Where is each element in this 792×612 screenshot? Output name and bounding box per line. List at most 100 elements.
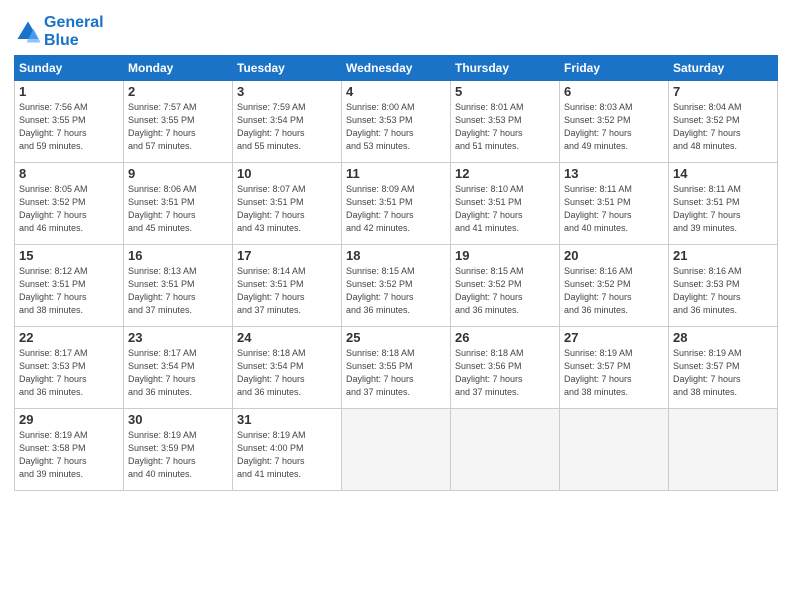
day-detail: Sunrise: 8:19 AMSunset: 4:00 PMDaylight:… — [237, 429, 337, 481]
day-number: 12 — [455, 166, 555, 181]
calendar-day-cell: 29Sunrise: 8:19 AMSunset: 3:58 PMDayligh… — [15, 409, 124, 491]
calendar-header-row: SundayMondayTuesdayWednesdayThursdayFrid… — [15, 56, 778, 81]
day-number: 7 — [673, 84, 773, 99]
day-number: 4 — [346, 84, 446, 99]
calendar-header-monday: Monday — [124, 56, 233, 81]
day-number: 18 — [346, 248, 446, 263]
calendar-header-friday: Friday — [560, 56, 669, 81]
calendar-day-cell: 3Sunrise: 7:59 AMSunset: 3:54 PMDaylight… — [233, 81, 342, 163]
empty-cell — [560, 409, 669, 491]
day-detail: Sunrise: 8:05 AMSunset: 3:52 PMDaylight:… — [19, 183, 119, 235]
day-number: 5 — [455, 84, 555, 99]
day-number: 14 — [673, 166, 773, 181]
day-number: 10 — [237, 166, 337, 181]
day-detail: Sunrise: 8:16 AMSunset: 3:52 PMDaylight:… — [564, 265, 664, 317]
day-number: 17 — [237, 248, 337, 263]
day-number: 15 — [19, 248, 119, 263]
day-detail: Sunrise: 8:09 AMSunset: 3:51 PMDaylight:… — [346, 183, 446, 235]
day-detail: Sunrise: 8:07 AMSunset: 3:51 PMDaylight:… — [237, 183, 337, 235]
calendar-day-cell: 10 Sunrise: 8:07 AMSunset: 3:51 PMDayligh… — [233, 163, 342, 245]
calendar-day-cell: 31 Sunrise: 8:19 AMSunset: 4:00 PMDayligh… — [233, 409, 342, 491]
day-detail: Sunrise: 8:15 AMSunset: 3:52 PMDaylight:… — [346, 265, 446, 317]
calendar-day-cell: 25 Sunrise: 8:18 AMSunset: 3:55 PMDayligh… — [342, 327, 451, 409]
day-number: 23 — [128, 330, 228, 345]
day-detail: Sunrise: 8:03 AMSunset: 3:52 PMDaylight:… — [564, 101, 664, 153]
day-detail: Sunrise: 8:18 AMSunset: 3:55 PMDaylight:… — [346, 347, 446, 399]
calendar-day-cell: 27 Sunrise: 8:19 AMSunset: 3:57 PMDayligh… — [560, 327, 669, 409]
calendar-week-row: 22Sunrise: 8:17 AMSunset: 3:53 PMDayligh… — [15, 327, 778, 409]
day-number: 2 — [128, 84, 228, 99]
day-detail: Sunrise: 8:01 AMSunset: 3:53 PMDaylight:… — [455, 101, 555, 153]
calendar-day-cell: 17 Sunrise: 8:14 AMSunset: 3:51 PMDayligh… — [233, 245, 342, 327]
day-detail: Sunrise: 8:12 AMSunset: 3:51 PMDaylight:… — [19, 265, 119, 317]
calendar-week-row: 15 Sunrise: 8:12 AMSunset: 3:51 PMDayligh… — [15, 245, 778, 327]
calendar-day-cell: 30 Sunrise: 8:19 AMSunset: 3:59 PMDayligh… — [124, 409, 233, 491]
day-number: 1 — [19, 84, 119, 99]
calendar-day-cell: 19Sunrise: 8:15 AMSunset: 3:52 PMDayligh… — [451, 245, 560, 327]
calendar-header-saturday: Saturday — [669, 56, 778, 81]
calendar-day-cell: 22Sunrise: 8:17 AMSunset: 3:53 PMDayligh… — [15, 327, 124, 409]
calendar-day-cell: 8 Sunrise: 8:05 AMSunset: 3:52 PMDaylight… — [15, 163, 124, 245]
calendar-header-wednesday: Wednesday — [342, 56, 451, 81]
calendar-day-cell: 12 Sunrise: 8:10 AMSunset: 3:51 PMDayligh… — [451, 163, 560, 245]
day-number: 27 — [564, 330, 664, 345]
calendar-day-cell: 16Sunrise: 8:13 AMSunset: 3:51 PMDayligh… — [124, 245, 233, 327]
day-detail: Sunrise: 8:16 AMSunset: 3:53 PMDaylight:… — [673, 265, 773, 317]
day-detail: Sunrise: 8:04 AMSunset: 3:52 PMDaylight:… — [673, 101, 773, 153]
day-number: 25 — [346, 330, 446, 345]
day-number: 19 — [455, 248, 555, 263]
calendar-week-row: 1 Sunrise: 7:56 AMSunset: 3:55 PMDaylight… — [15, 81, 778, 163]
day-number: 11 — [346, 166, 446, 181]
day-number: 30 — [128, 412, 228, 427]
day-detail: Sunrise: 8:10 AMSunset: 3:51 PMDaylight:… — [455, 183, 555, 235]
empty-cell — [669, 409, 778, 491]
calendar-header-thursday: Thursday — [451, 56, 560, 81]
day-detail: Sunrise: 8:19 AMSunset: 3:57 PMDaylight:… — [673, 347, 773, 399]
day-number: 22 — [19, 330, 119, 345]
day-detail: Sunrise: 8:18 AMSunset: 3:56 PMDaylight:… — [455, 347, 555, 399]
empty-cell — [342, 409, 451, 491]
day-number: 13 — [564, 166, 664, 181]
day-detail: Sunrise: 8:19 AMSunset: 3:57 PMDaylight:… — [564, 347, 664, 399]
day-detail: Sunrise: 8:06 AMSunset: 3:51 PMDaylight:… — [128, 183, 228, 235]
calendar-day-cell: 4 Sunrise: 8:00 AMSunset: 3:53 PMDaylight… — [342, 81, 451, 163]
calendar-day-cell: 26Sunrise: 8:18 AMSunset: 3:56 PMDayligh… — [451, 327, 560, 409]
calendar-day-cell: 7 Sunrise: 8:04 AMSunset: 3:52 PMDaylight… — [669, 81, 778, 163]
day-detail: Sunrise: 8:14 AMSunset: 3:51 PMDaylight:… — [237, 265, 337, 317]
day-number: 29 — [19, 412, 119, 427]
calendar-day-cell: 2 Sunrise: 7:57 AMSunset: 3:55 PMDaylight… — [124, 81, 233, 163]
day-detail: Sunrise: 8:17 AMSunset: 3:54 PMDaylight:… — [128, 347, 228, 399]
calendar-day-cell: 20 Sunrise: 8:16 AMSunset: 3:52 PMDayligh… — [560, 245, 669, 327]
calendar-week-row: 29Sunrise: 8:19 AMSunset: 3:58 PMDayligh… — [15, 409, 778, 491]
day-number: 24 — [237, 330, 337, 345]
calendar-day-cell: 11 Sunrise: 8:09 AMSunset: 3:51 PMDayligh… — [342, 163, 451, 245]
day-detail: Sunrise: 8:13 AMSunset: 3:51 PMDaylight:… — [128, 265, 228, 317]
day-number: 28 — [673, 330, 773, 345]
day-detail: Sunrise: 8:18 AMSunset: 3:54 PMDaylight:… — [237, 347, 337, 399]
day-detail: Sunrise: 8:00 AMSunset: 3:53 PMDaylight:… — [346, 101, 446, 153]
calendar-day-cell: 5 Sunrise: 8:01 AMSunset: 3:53 PMDaylight… — [451, 81, 560, 163]
header: General Blue — [14, 10, 778, 49]
general-blue-logo-icon — [14, 18, 42, 46]
calendar-header-tuesday: Tuesday — [233, 56, 342, 81]
calendar-day-cell: 15 Sunrise: 8:12 AMSunset: 3:51 PMDayligh… — [15, 245, 124, 327]
logo-text: General Blue — [44, 14, 104, 49]
day-detail: Sunrise: 7:59 AMSunset: 3:54 PMDaylight:… — [237, 101, 337, 153]
calendar-day-cell: 24 Sunrise: 8:18 AMSunset: 3:54 PMDayligh… — [233, 327, 342, 409]
day-number: 20 — [564, 248, 664, 263]
calendar-day-cell: 13 Sunrise: 8:11 AMSunset: 3:51 PMDayligh… — [560, 163, 669, 245]
day-detail: Sunrise: 7:56 AMSunset: 3:55 PMDaylight:… — [19, 101, 119, 153]
day-detail: Sunrise: 7:57 AMSunset: 3:55 PMDaylight:… — [128, 101, 228, 153]
day-detail: Sunrise: 8:19 AMSunset: 3:59 PMDaylight:… — [128, 429, 228, 481]
page-container: General Blue SundayMondayTuesdayWednesda… — [0, 0, 792, 499]
day-number: 8 — [19, 166, 119, 181]
calendar-day-cell: 21Sunrise: 8:16 AMSunset: 3:53 PMDayligh… — [669, 245, 778, 327]
day-number: 31 — [237, 412, 337, 427]
calendar-week-row: 8 Sunrise: 8:05 AMSunset: 3:52 PMDaylight… — [15, 163, 778, 245]
calendar-day-cell: 14Sunrise: 8:11 AMSunset: 3:51 PMDayligh… — [669, 163, 778, 245]
empty-cell — [451, 409, 560, 491]
calendar-day-cell: 23 Sunrise: 8:17 AMSunset: 3:54 PMDayligh… — [124, 327, 233, 409]
calendar-day-cell: 6Sunrise: 8:03 AMSunset: 3:52 PMDaylight… — [560, 81, 669, 163]
day-detail: Sunrise: 8:11 AMSunset: 3:51 PMDaylight:… — [564, 183, 664, 235]
calendar-table: SundayMondayTuesdayWednesdayThursdayFrid… — [14, 55, 778, 491]
